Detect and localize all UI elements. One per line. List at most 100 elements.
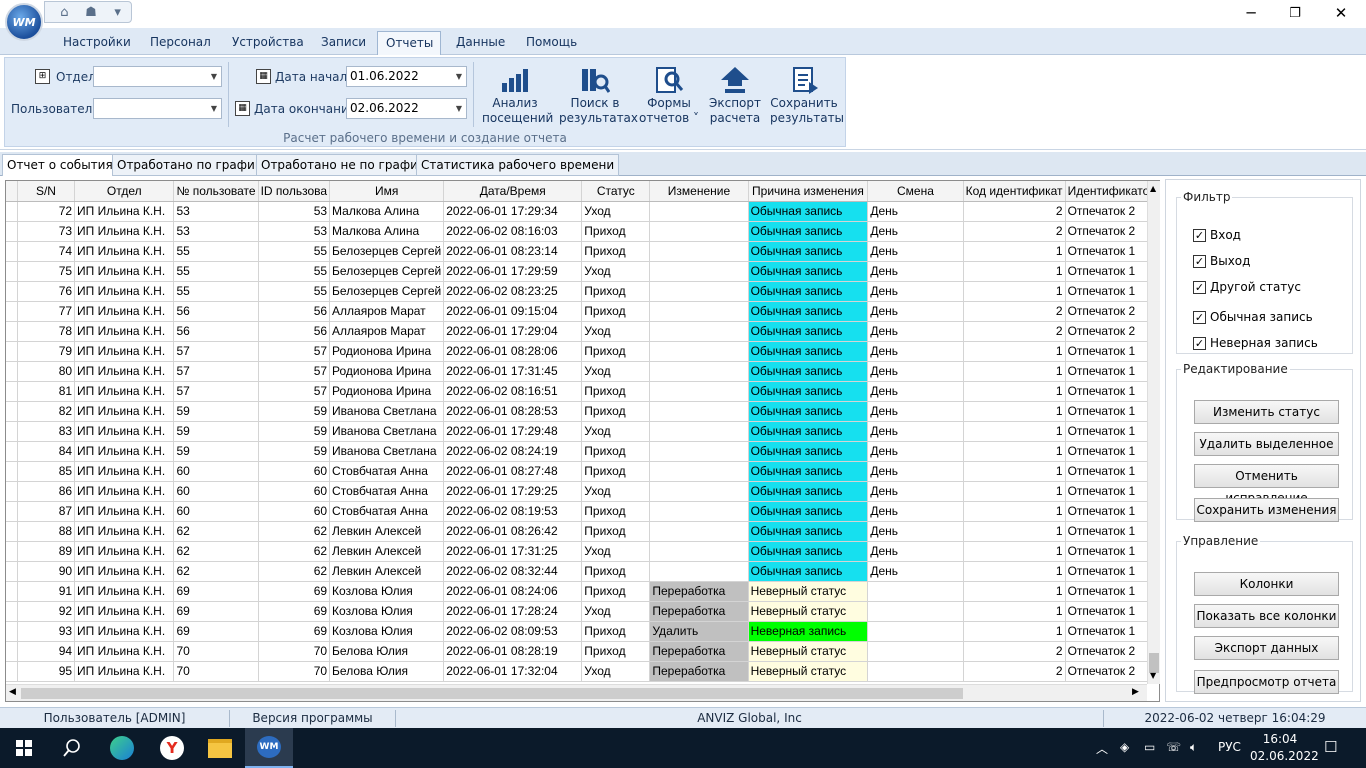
- table-cell[interactable]: Левкин Алексей: [329, 521, 445, 542]
- table-cell[interactable]: День: [867, 261, 964, 282]
- tab-devices[interactable]: Устройства: [224, 31, 312, 55]
- table-cell[interactable]: 55: [173, 241, 259, 262]
- table-cell[interactable]: ИП Ильина К.Н.: [74, 281, 175, 302]
- table-cell[interactable]: 2022-06-01 17:29:48: [443, 421, 583, 442]
- filter-normal-record-checkbox[interactable]: ✓ Обычная запись: [1193, 310, 1313, 324]
- table-cell[interactable]: 70: [173, 641, 259, 662]
- table-cell[interactable]: Удалить: [649, 621, 749, 642]
- table-cell[interactable]: Иванова Светлана: [329, 441, 445, 462]
- table-cell[interactable]: Приход: [581, 281, 651, 302]
- clock-time[interactable]: 16:04: [1256, 732, 1304, 746]
- row-indicator[interactable]: [6, 581, 18, 602]
- table-cell[interactable]: Приход: [581, 221, 651, 242]
- table-cell[interactable]: 2022-06-02 08:19:53: [443, 501, 583, 522]
- table-cell[interactable]: 73: [17, 221, 76, 242]
- table-cell[interactable]: 2022-06-01 08:28:53: [443, 401, 583, 422]
- row-indicator[interactable]: [6, 481, 18, 502]
- table-cell[interactable]: 1: [963, 521, 1066, 542]
- row-indicator[interactable]: [6, 541, 18, 562]
- table-row[interactable]: 75 ИП Ильина К.Н. 55 55 Белозерцев Сергей 202…: [6, 261, 1159, 282]
- table-cell[interactable]: 2022-06-02 08:24:19: [443, 441, 583, 462]
- table-cell[interactable]: [649, 201, 749, 222]
- app-tray-icon[interactable]: ◈: [1120, 740, 1129, 754]
- table-cell[interactable]: Уход: [581, 201, 651, 222]
- chevron-up-icon[interactable]: ︿: [1096, 740, 1108, 757]
- table-cell[interactable]: 90: [17, 561, 76, 582]
- row-indicator[interactable]: [6, 341, 18, 362]
- table-cell[interactable]: ИП Ильина К.Н.: [74, 381, 175, 402]
- table-row[interactable]: 85 ИП Ильина К.Н. 60 60 Стовбчатая Анна 2022-…: [6, 461, 1159, 482]
- table-cell[interactable]: Отпечаток 1: [1065, 541, 1159, 562]
- table-cell[interactable]: День: [867, 361, 964, 382]
- delete-selected-button[interactable]: Удалить выделенное: [1194, 432, 1339, 456]
- table-row[interactable]: 94 ИП Ильина К.Н. 70 70 Белова Юлия 2022-06-0…: [6, 641, 1159, 662]
- change-status-button[interactable]: Изменить статус: [1194, 400, 1339, 424]
- filter-out-checkbox[interactable]: ✓ Выход: [1193, 254, 1250, 268]
- row-indicator[interactable]: [6, 641, 18, 662]
- table-cell[interactable]: 75: [17, 261, 76, 282]
- scroll-thumb[interactable]: [21, 688, 963, 699]
- table-cell[interactable]: ИП Ильина К.Н.: [74, 661, 175, 682]
- edge-browser-icon[interactable]: [98, 728, 146, 768]
- filter-wrong-record-checkbox[interactable]: ✓ Неверная запись: [1193, 336, 1318, 350]
- table-cell[interactable]: День: [867, 241, 964, 262]
- table-cell[interactable]: 2022-06-01 17:32:04: [443, 661, 583, 682]
- table-row[interactable]: 79 ИП Ильина К.Н. 57 57 Родионова Ирина 2022-…: [6, 341, 1159, 362]
- table-row[interactable]: 80 ИП Ильина К.Н. 57 57 Родионова Ирина 2022-…: [6, 361, 1159, 382]
- table-cell[interactable]: День: [867, 341, 964, 362]
- show-all-columns-button[interactable]: Показать все колонки: [1194, 604, 1339, 628]
- table-cell[interactable]: ИП Ильина К.Н.: [74, 341, 175, 362]
- table-cell[interactable]: 1: [963, 561, 1066, 582]
- tab-records[interactable]: Записи: [313, 31, 374, 55]
- table-cell[interactable]: 2022-06-02 08:16:03: [443, 221, 583, 242]
- table-cell[interactable]: 2022-06-02 08:16:51: [443, 381, 583, 402]
- table-cell[interactable]: 1: [963, 501, 1066, 522]
- table-cell[interactable]: Обычная запись: [748, 281, 869, 302]
- search-icon[interactable]: [48, 728, 96, 768]
- table-cell[interactable]: День: [867, 421, 964, 442]
- table-cell[interactable]: 2022-06-01 17:31:25: [443, 541, 583, 562]
- table-cell[interactable]: ИП Ильина К.Н.: [74, 201, 175, 222]
- table-cell[interactable]: 2022-06-01 08:24:06: [443, 581, 583, 602]
- table-cell[interactable]: 2022-06-02 08:09:53: [443, 621, 583, 642]
- table-cell[interactable]: 60: [173, 461, 259, 482]
- table-row[interactable]: 84 ИП Ильина К.Н. 59 59 Иванова Светлана 2022…: [6, 441, 1159, 462]
- table-cell[interactable]: 1: [963, 241, 1066, 262]
- table-cell[interactable]: ИП Ильина К.Н.: [74, 581, 175, 602]
- table-cell[interactable]: 59: [173, 401, 259, 422]
- table-cell[interactable]: День: [867, 441, 964, 462]
- scroll-right-icon[interactable]: ▶: [1132, 687, 1139, 697]
- table-cell[interactable]: 88: [17, 521, 76, 542]
- table-cell[interactable]: Неверный статус: [748, 661, 869, 682]
- table-cell[interactable]: Переработка: [649, 641, 749, 662]
- table-cell[interactable]: Приход: [581, 301, 651, 322]
- table-cell[interactable]: ИП Ильина К.Н.: [74, 401, 175, 422]
- table-row[interactable]: 89 ИП Ильина К.Н. 62 62 Левкин Алексей 2022-0…: [6, 541, 1159, 562]
- table-cell[interactable]: Приход: [581, 561, 651, 582]
- table-cell[interactable]: Неверный статус: [748, 641, 869, 662]
- table-cell[interactable]: Обычная запись: [748, 201, 869, 222]
- table-cell[interactable]: ИП Ильина К.Н.: [74, 621, 175, 642]
- scroll-left-icon[interactable]: ◀: [9, 687, 16, 697]
- column-header[interactable]: Код идентификат: [963, 181, 1066, 202]
- table-cell[interactable]: Обычная запись: [748, 521, 869, 542]
- table-cell[interactable]: Неверный статус: [748, 601, 869, 622]
- table-cell[interactable]: 72: [17, 201, 76, 222]
- table-row[interactable]: 76 ИП Ильина К.Н. 55 55 Белозерцев Сергей 202…: [6, 281, 1159, 302]
- row-indicator[interactable]: [6, 321, 18, 342]
- column-header[interactable]: ID пользова: [258, 181, 331, 202]
- table-cell[interactable]: День: [867, 381, 964, 402]
- report-preview-button[interactable]: Предпросмотр отчета: [1194, 670, 1339, 694]
- search-results-button[interactable]: Поиск в результатах: [559, 60, 638, 130]
- table-cell[interactable]: Отпечаток 1: [1065, 601, 1159, 622]
- table-cell[interactable]: ИП Ильина К.Н.: [74, 421, 175, 442]
- table-cell[interactable]: Уход: [581, 421, 651, 442]
- table-cell[interactable]: Обычная запись: [748, 301, 869, 322]
- table-cell[interactable]: 1: [963, 441, 1066, 462]
- table-cell[interactable]: [649, 441, 749, 462]
- table-cell[interactable]: [649, 381, 749, 402]
- table-cell[interactable]: Обычная запись: [748, 421, 869, 442]
- table-cell[interactable]: 1: [963, 361, 1066, 382]
- table-cell[interactable]: 60: [258, 461, 331, 482]
- table-cell[interactable]: 1: [963, 341, 1066, 362]
